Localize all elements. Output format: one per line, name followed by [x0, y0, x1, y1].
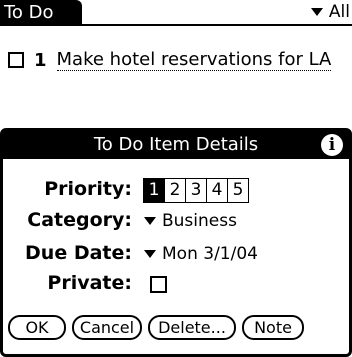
- category-label: Category:: [27, 209, 132, 231]
- info-icon[interactable]: i: [321, 134, 343, 156]
- title-underline: [0, 24, 352, 26]
- title-bar: To Do All: [0, 0, 352, 26]
- priority-label: Priority:: [44, 178, 132, 200]
- note-button[interactable]: Note: [242, 315, 304, 340]
- priority-option-4[interactable]: 4: [206, 178, 228, 203]
- dropdown-triangle-icon: [310, 8, 323, 16]
- private-checkbox[interactable]: [150, 276, 167, 293]
- cancel-button[interactable]: Cancel: [72, 315, 142, 340]
- priority-option-1[interactable]: 1: [143, 178, 165, 203]
- priority-option-3[interactable]: 3: [185, 178, 207, 203]
- due-date-trigger[interactable]: Mon 3/1/04: [144, 244, 258, 264]
- item-details-dialog: To Do Item Details i Priority: 1 2 3 4 5…: [0, 128, 352, 357]
- item-priority[interactable]: 1: [34, 50, 47, 71]
- complete-checkbox[interactable]: [8, 52, 24, 68]
- category-trigger[interactable]: Business: [144, 211, 237, 231]
- list-item[interactable]: 1 Make hotel reservations for LA: [8, 46, 332, 74]
- app-title[interactable]: To Do: [0, 0, 82, 26]
- private-label: Private:: [47, 272, 132, 294]
- priority-selector: 1 2 3 4 5: [143, 178, 249, 203]
- due-date-value: Mon 3/1/04: [162, 244, 258, 264]
- category-value: Business: [162, 211, 237, 231]
- item-description[interactable]: Make hotel reservations for LA: [56, 49, 332, 71]
- category-picker[interactable]: All: [310, 0, 350, 24]
- ok-button[interactable]: OK: [8, 315, 66, 340]
- delete-button[interactable]: Delete...: [148, 315, 236, 340]
- due-date-label: Due Date:: [25, 242, 132, 264]
- priority-option-5[interactable]: 5: [227, 178, 249, 203]
- priority-option-2[interactable]: 2: [164, 178, 186, 203]
- category-picker-label: All: [328, 2, 350, 22]
- dropdown-triangle-icon: [144, 250, 156, 258]
- dropdown-triangle-icon: [144, 217, 156, 225]
- dialog-title: To Do Item Details: [3, 131, 349, 159]
